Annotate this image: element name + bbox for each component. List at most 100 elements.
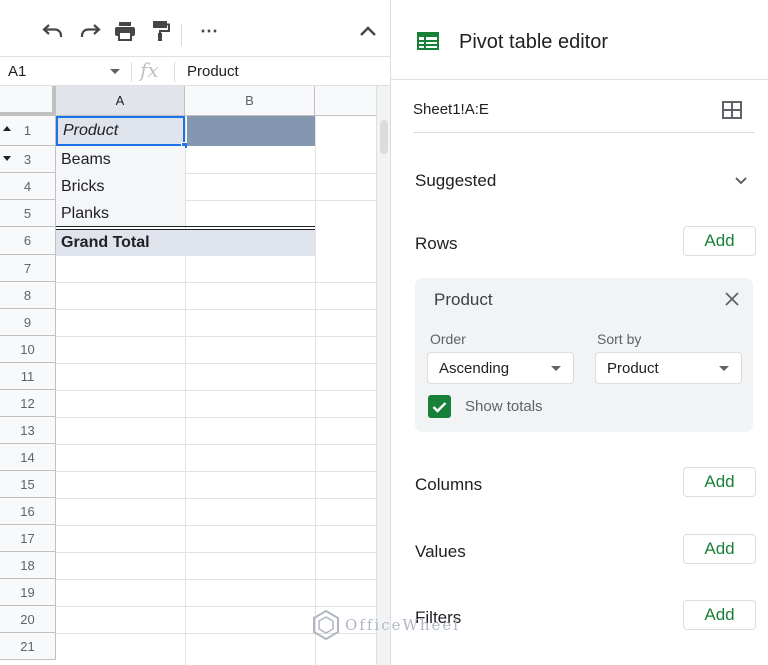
checkmark-icon [432,401,447,413]
pivot-editor-panel: Pivot table editor Sheet1!A:E Suggested … [390,0,768,665]
row-field-title: Product [434,290,493,309]
sort-by-label: Sort by [597,331,642,347]
collapse-toolbar-button[interactable] [354,17,382,45]
paint-format-icon [153,21,170,41]
paint-format-button[interactable] [147,17,175,45]
sheets-table-icon [417,32,439,50]
pivot-row-cell[interactable]: Planks [56,200,185,227]
spreadsheet-grid[interactable]: A B 1 3 4 5 6 7 8 9 10 11 12 13 14 15 16… [0,86,376,665]
row-header[interactable]: 9 [0,309,56,336]
fx-icon: fx [140,58,159,82]
pivot-header-cell-b[interactable] [187,116,315,146]
chevron-down-icon[interactable] [734,176,748,186]
row-header[interactable]: 12 [0,390,56,417]
row-header[interactable]: 19 [0,579,56,606]
row-header[interactable]: 18 [0,552,56,579]
pivot-row-cell[interactable]: Beams [56,146,185,173]
order-select[interactable]: Ascending [427,352,574,384]
redo-button[interactable] [76,17,104,45]
pivot-header-cell[interactable]: Product [56,116,185,146]
gridline [56,444,376,445]
name-box-caret-icon[interactable] [110,69,120,74]
sort-by-select-value: Product [607,359,659,377]
watermark: OfficeWheel [313,610,460,640]
row-header[interactable]: 13 [0,417,56,444]
vertical-scrollbar[interactable] [376,86,390,665]
row-header[interactable]: 20 [0,606,56,633]
row-header[interactable]: 7 [0,255,56,282]
print-button[interactable] [111,17,139,45]
watermark-logo-icon [313,610,339,640]
add-filters-button[interactable]: Add [683,600,756,630]
row-header[interactable]: 16 [0,498,56,525]
row-header[interactable]: 14 [0,444,56,471]
formula-input[interactable]: Product [187,63,239,80]
select-range-icon[interactable] [722,101,742,119]
formula-separator [131,62,132,82]
undo-button[interactable] [39,17,67,45]
pivot-row-cell[interactable]: Bricks [56,173,185,200]
row-header[interactable]: 5 [0,200,56,227]
row-header[interactable]: 17 [0,525,56,552]
row-header[interactable]: 21 [0,633,56,660]
gridline [56,390,376,391]
values-label: Values [415,542,466,561]
scrollbar-thumb[interactable] [380,120,388,154]
panel-title: Pivot table editor [459,31,608,53]
row-header[interactable]: 15 [0,471,56,498]
column-header-a[interactable]: A [56,86,185,116]
show-totals-checkbox[interactable] [428,395,451,418]
toolbar: ⋯ [0,6,390,56]
range-underline [413,132,755,133]
show-totals-label[interactable]: Show totals [465,398,543,415]
gridline [56,579,376,580]
sort-by-select[interactable]: Product [595,352,742,384]
gridline [56,282,376,283]
collapse-arrow-icon[interactable] [3,126,11,131]
order-select-value: Ascending [439,359,510,377]
formula-separator [174,62,175,82]
add-rows-button[interactable]: Add [683,226,756,256]
add-columns-button[interactable]: Add [683,467,756,497]
name-box[interactable]: A1 [8,63,26,80]
select-all-corner[interactable] [0,86,56,116]
column-header-c[interactable] [315,86,376,116]
gridline [56,471,376,472]
row-header[interactable]: 1 [0,116,56,146]
row-header[interactable]: 6 [0,227,56,255]
gridline [56,363,376,364]
add-values-button[interactable]: Add [683,534,756,564]
suggested-label[interactable]: Suggested [415,171,496,191]
row-header[interactable]: 11 [0,363,56,390]
print-icon [115,22,135,41]
redo-icon [80,24,101,37]
panel-header: Pivot table editor [391,0,768,80]
gridline [56,525,376,526]
row-header[interactable]: 8 [0,282,56,309]
order-label: Order [430,331,466,347]
toolbar-separator [181,24,182,46]
rows-label: Rows [415,234,458,253]
watermark-text: OfficeWheel [345,616,461,634]
close-icon[interactable] [725,292,739,306]
undo-icon [42,24,63,37]
data-range-text[interactable]: Sheet1!A:E [413,101,489,118]
gridline [56,498,376,499]
column-header-b[interactable]: B [185,86,315,116]
more-button[interactable]: ⋯ [195,17,223,45]
gridline [56,336,376,337]
gridline [56,417,376,418]
grand-total-cell[interactable]: Grand Total [56,230,315,256]
row-header[interactable]: 4 [0,173,56,200]
formula-bar: A1 fx Product [0,56,390,86]
row-header[interactable]: 3 [0,146,56,173]
gridline [56,309,376,310]
gridline [56,606,376,607]
expand-arrow-icon[interactable] [3,156,11,161]
row-field-card: Product Order Sort by Ascending Product … [415,278,753,432]
dropdown-caret-icon [551,366,561,371]
columns-label: Columns [415,475,483,494]
row-header[interactable]: 10 [0,336,56,363]
gridline [56,552,376,553]
dropdown-caret-icon [719,366,729,371]
